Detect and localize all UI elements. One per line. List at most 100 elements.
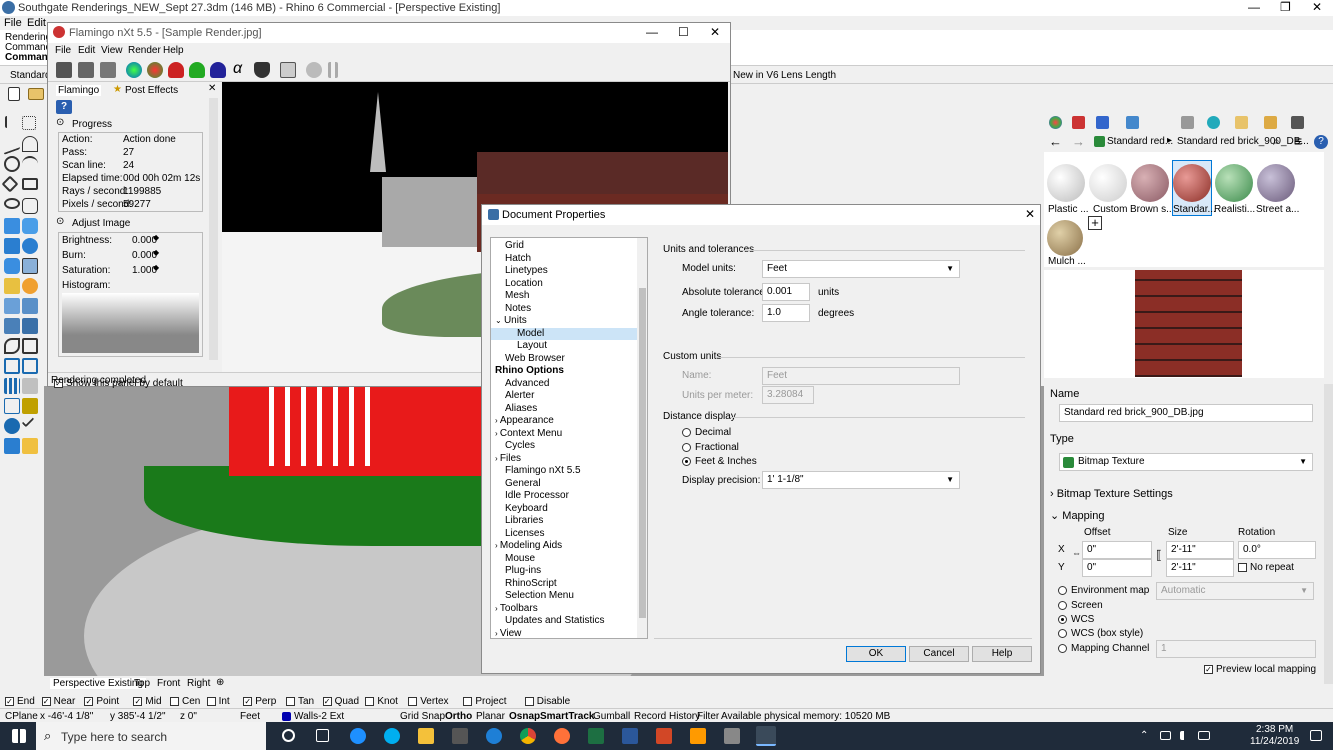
extrude-icon[interactable] [4,278,20,294]
units-per-meter-input[interactable]: 3.28084 [762,386,814,404]
tab-right[interactable]: Right [187,678,210,689]
tree-item-aliases[interactable]: Aliases [491,403,647,416]
link-icon[interactable]: ⇔ [1072,548,1081,558]
type-dropdown[interactable]: Bitmap Texture ▼ [1059,453,1313,471]
cancel-button[interactable]: Cancel [909,646,969,662]
gumball-toggle[interactable]: Gumball [593,711,630,722]
stop-icon[interactable] [306,62,322,78]
fractional-radio[interactable]: Fractional [682,442,739,453]
back-arrow-icon[interactable]: ← [1049,134,1062,149]
tree-item-rhino-options[interactable]: Rhino Options [491,365,647,378]
curve-icon[interactable] [22,136,38,152]
spinner-icon[interactable]: ◆ [153,248,159,257]
osnap-checkbox[interactable] [286,696,295,706]
spinner-icon[interactable]: ◆ [153,233,159,242]
boolean-icon[interactable] [22,278,38,294]
spinner-icon[interactable]: ◆ [153,263,159,272]
smarttrack-toggle[interactable]: SmartTrack [540,711,594,722]
flamingo-menu-help[interactable]: Help [163,45,184,56]
osnap-checkbox[interactable] [524,696,534,706]
help-icon[interactable]: ? [56,100,72,114]
planar-toggle[interactable]: Planar [476,711,505,722]
text-icon[interactable] [22,398,38,414]
illustrator-icon[interactable] [690,728,706,744]
preview-local-checkbox[interactable]: ✓ Preview local mapping [1204,664,1316,675]
rhino-active-taskbar-icon[interactable] [756,726,776,746]
dialog-close-button[interactable]: ✕ [1025,207,1035,221]
osnap-near[interactable]: ✓ Near [41,696,75,707]
excel-icon[interactable] [588,728,604,744]
osnap-checkbox[interactable] [408,696,418,706]
material-icon-2[interactable] [147,62,163,78]
offset-x-input[interactable]: 0" [1082,541,1152,559]
tree-item-context-menu[interactable]: › Context Menu [491,428,647,441]
mapping-channel-input[interactable]: 1 [1156,640,1316,658]
custom-name-input[interactable]: Feet [762,367,960,385]
feet-inches-radio[interactable]: Feet & Inches [682,456,757,467]
minimize-button[interactable]: — [1248,0,1260,14]
osnap-quad[interactable]: ✓ Quad [322,696,359,707]
material-icon-1[interactable] [126,62,142,78]
osnap-mid[interactable]: ✓ Mid [133,696,162,707]
osnap-project[interactable]: Project [463,696,507,707]
osnap-checkbox[interactable]: ✓ [5,696,14,706]
tree-item-model[interactable]: Model [491,327,647,340]
taskbar-search[interactable]: ⌕ Type here to search [36,722,266,750]
help-circle-icon[interactable]: ? [1314,135,1328,149]
decimal-radio[interactable]: Decimal [682,427,731,438]
mirror-icon[interactable] [22,378,38,394]
volume-icon[interactable] [1180,731,1190,740]
tree-item-modeling-aids[interactable]: › Modeling Aids [491,540,647,553]
skype-icon[interactable] [384,728,400,744]
check-icon[interactable] [21,414,35,428]
env-map-dropdown[interactable]: Automatic ▼ [1156,582,1314,600]
cortana-icon[interactable] [282,729,295,742]
offset-icon[interactable] [22,198,38,214]
tree-item-mouse[interactable]: Mouse [491,553,647,566]
ortho-toggle[interactable]: Ortho [445,711,472,722]
tree-item-general[interactable]: General [491,478,647,491]
select-arrow-icon[interactable] [5,116,15,128]
no-repeat-checkbox[interactable]: No repeat [1238,562,1294,573]
material-thumb[interactable]: Street a... [1256,160,1299,216]
tab-post-effects[interactable]: Post Effects [125,85,178,96]
filter-toggle[interactable]: Filter [697,711,719,722]
material-thumb-selected[interactable]: Standar... [1172,160,1216,216]
offset-y-input[interactable]: 0" [1082,559,1152,577]
tree-item-mesh[interactable]: Mesh [491,290,647,303]
mapping-channel-radio[interactable]: Mapping Channel [1058,643,1149,654]
flamingo-minimize-button[interactable]: — [646,25,658,39]
forward-arrow-icon[interactable]: → [1072,134,1085,149]
edge-icon[interactable] [350,728,366,744]
cplane-label[interactable]: CPlane [5,711,38,722]
material-thumb[interactable]: Custom [1088,160,1128,216]
shield-icon[interactable] [254,62,270,78]
tree-item-view[interactable]: › View [491,628,647,639]
save-icon[interactable] [78,62,94,78]
osnap-checkbox[interactable]: ✓ [243,696,253,706]
analyze-icon[interactable] [4,438,20,454]
panel-scrollbar[interactable] [209,98,218,360]
clock-time[interactable]: 2:38 PM [1256,724,1293,735]
rotation-input[interactable]: 0.0° [1238,541,1316,559]
flamingo-menu-view[interactable]: View [101,45,123,56]
tab-lens-length[interactable]: Lens Length [781,70,836,81]
osnap-int[interactable]: Int [206,696,230,707]
network-icon[interactable] [1160,731,1171,740]
flamingo-icon-1[interactable] [56,62,72,78]
menu-edit[interactable]: Edit [27,17,46,29]
flamingo-maximize-button[interactable]: ☐ [678,25,689,39]
osnap-checkbox[interactable] [463,696,473,706]
render-icon[interactable] [4,418,20,434]
windows-start-icon[interactable] [12,729,26,743]
edge-legacy-icon[interactable] [486,728,502,744]
tab-perspective-existing[interactable]: Perspective Existing [50,678,147,689]
osnap-cen[interactable]: Cen [170,696,200,707]
trim-icon[interactable] [22,298,38,314]
tree-item-notes[interactable]: Notes [491,303,647,316]
current-layer[interactable]: Walls-2 Ext [294,711,344,722]
powerpoint-icon[interactable] [656,728,672,744]
ellipse-icon[interactable] [4,198,20,209]
material-name-input[interactable]: Standard red brick_900_DB.jpg [1059,404,1313,422]
breadcrumb-1[interactable]: Standard red... [1107,136,1173,147]
